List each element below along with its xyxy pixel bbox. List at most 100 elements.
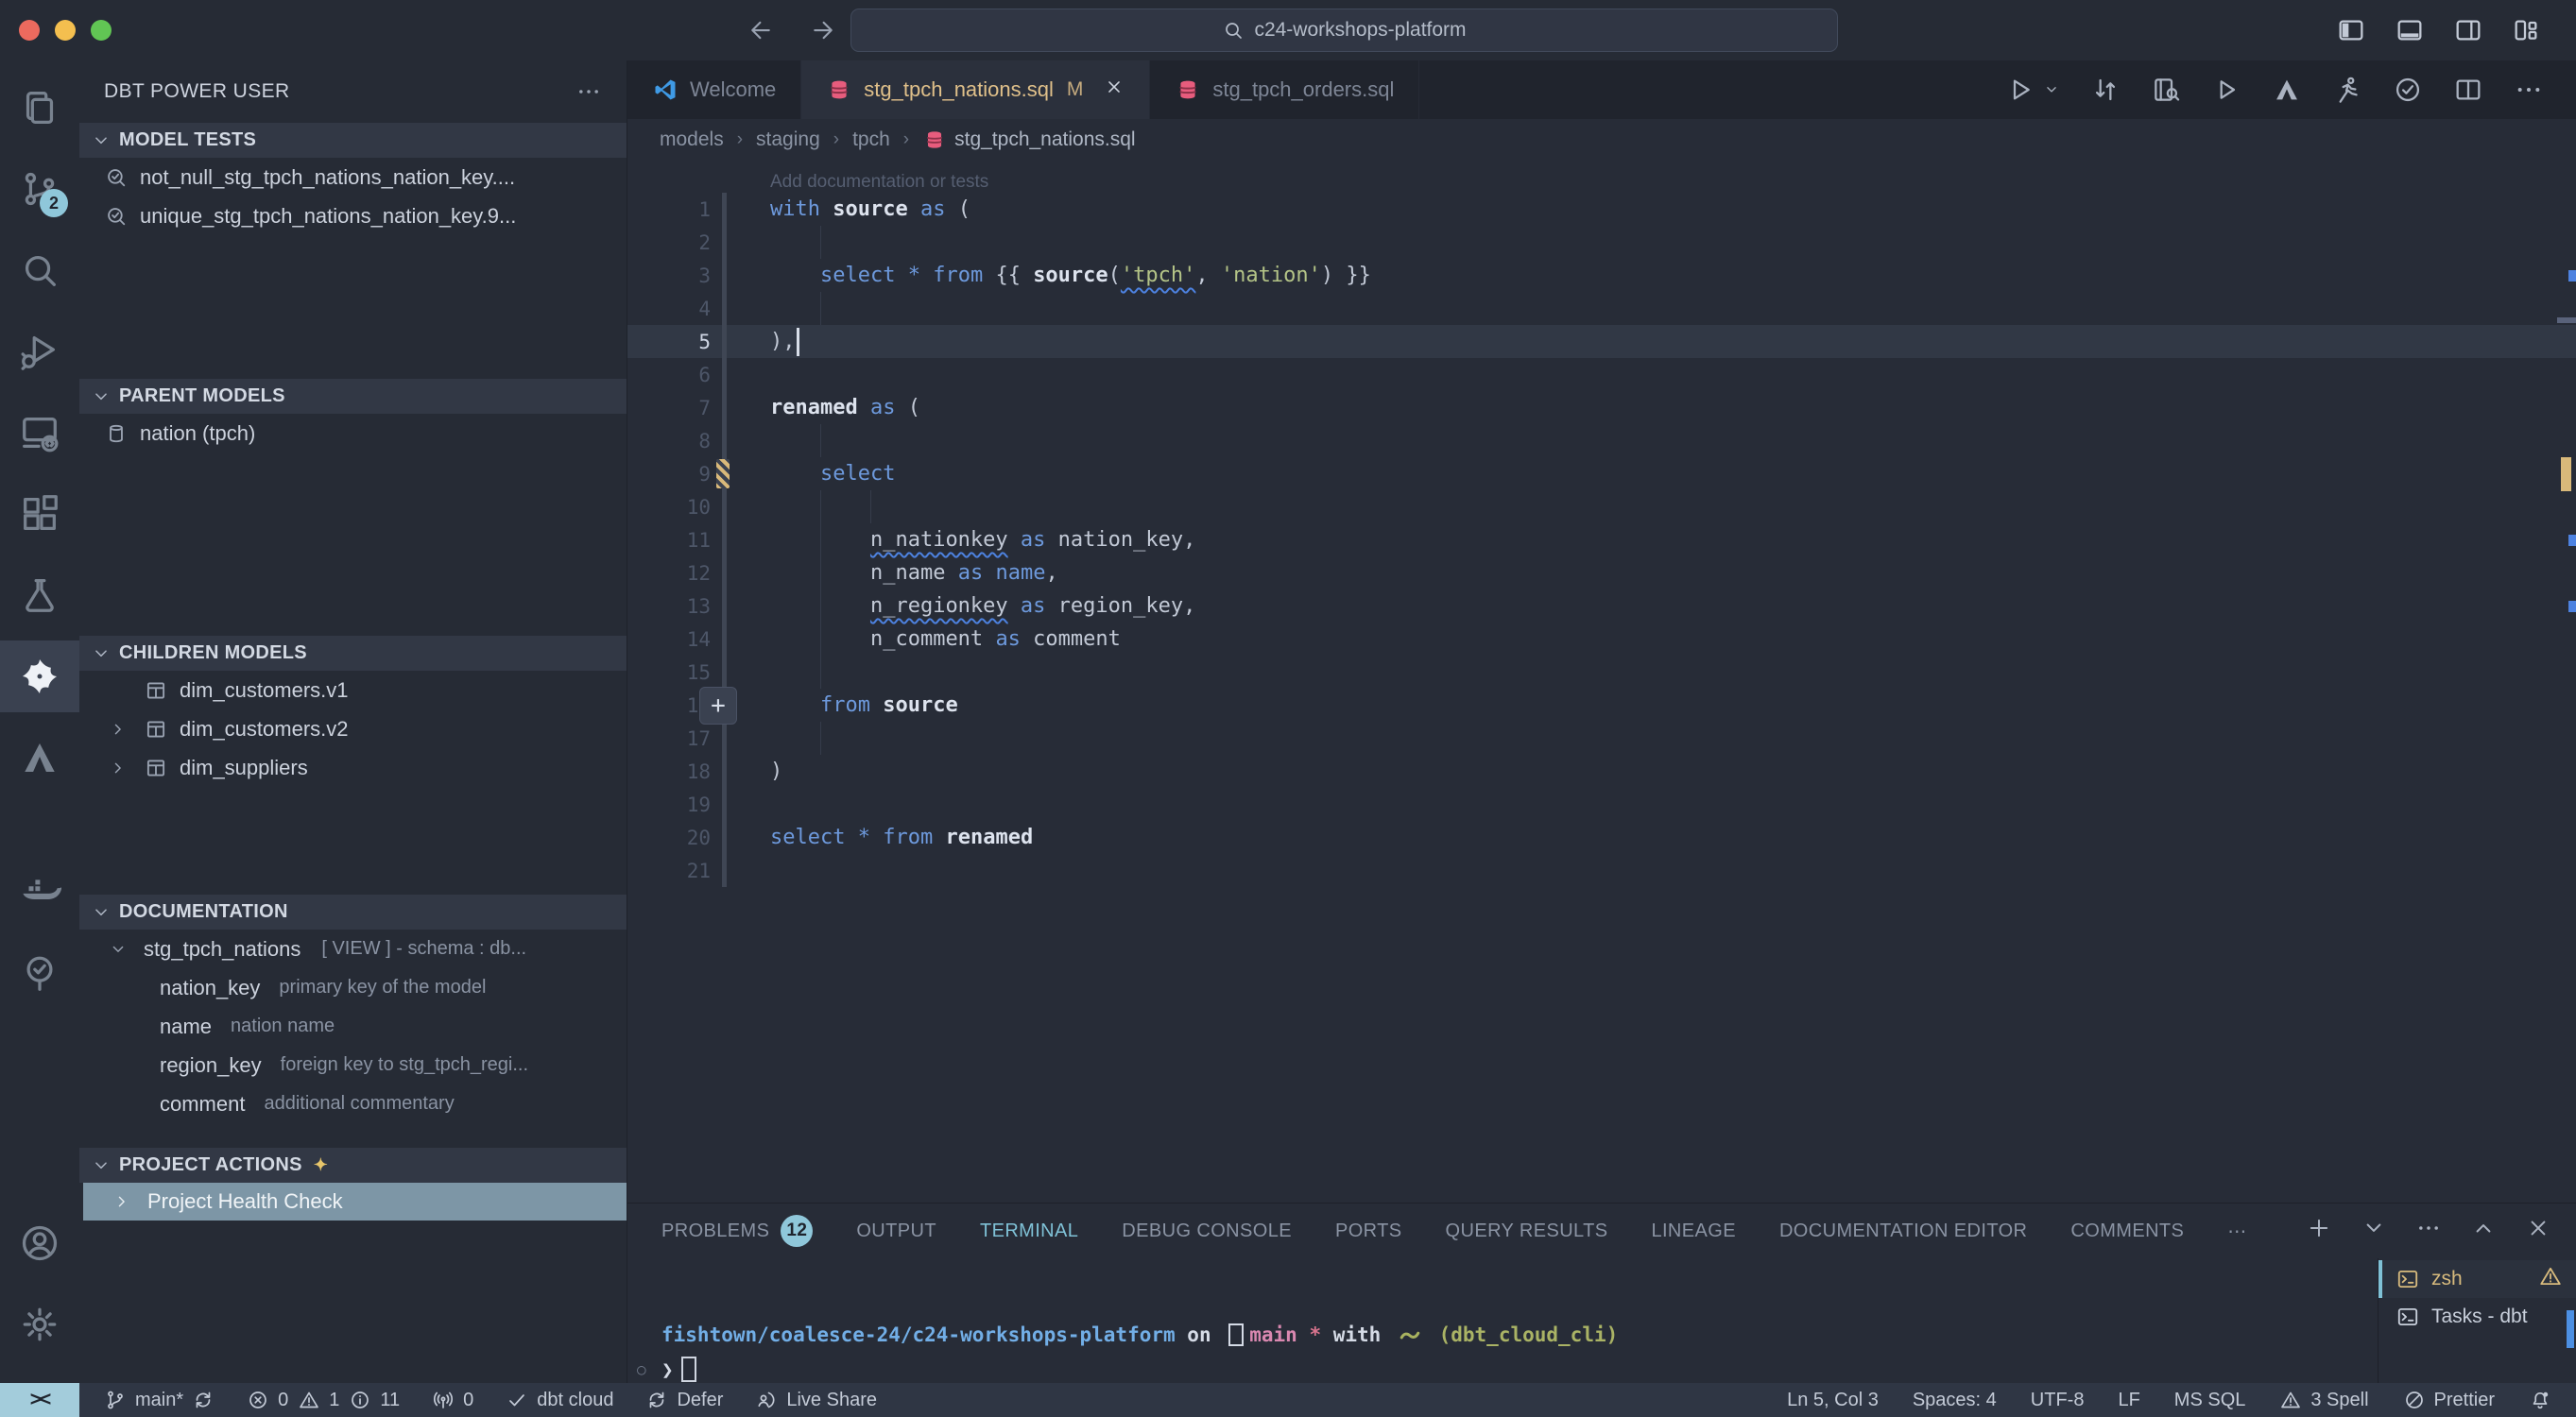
code-line-13[interactable]: 13 n_regionkey as region_key, — [627, 589, 2576, 623]
terminal-input-line[interactable]: ○❯ — [661, 1352, 2368, 1387]
status-item-0[interactable]: 0 — [432, 1389, 473, 1411]
status-item-prettier[interactable]: Prettier — [2403, 1389, 2495, 1411]
status-item-defer[interactable]: Defer — [645, 1389, 723, 1411]
activity-bar-item-dbt-power-user[interactable] — [0, 640, 79, 712]
toggle-secondary-sidebar-icon[interactable] — [2453, 15, 2483, 45]
status-item-11[interactable]: 11 — [349, 1389, 400, 1411]
code-line-18[interactable]: 18) — [627, 755, 2576, 788]
activity-bar-item-settings[interactable] — [0, 1289, 79, 1360]
section-header-model-tests[interactable]: MODEL TESTS — [79, 123, 627, 158]
customize-layout-icon[interactable] — [2512, 15, 2542, 45]
status-item[interactable] — [2529, 1389, 2551, 1411]
codelens-link[interactable]: Add documentation or tests — [770, 161, 2576, 193]
status-item-lf[interactable]: LF — [2118, 1390, 2139, 1411]
status-item-live-share[interactable]: Live Share — [755, 1389, 877, 1411]
sidebar-item[interactable]: dim_customers.v2 — [79, 709, 627, 748]
activity-bar-item-project-health[interactable] — [0, 937, 79, 1009]
panel-more-actions-button[interactable] — [2415, 1215, 2442, 1247]
code-line-12[interactable]: 12 n_name as name, — [627, 556, 2576, 589]
split-editor-button[interactable] — [2453, 75, 2483, 105]
code-line-21[interactable]: 21 — [627, 854, 2576, 887]
status-item-dbt-cloud[interactable]: dbt cloud — [506, 1389, 613, 1411]
breadcrumb-item-file[interactable]: stg_tpch_nations.sql — [922, 128, 1135, 152]
sidebar-item[interactable]: region_keyforeign key to stg_tpch_regi..… — [79, 1046, 627, 1084]
close-panel-button[interactable] — [2525, 1215, 2551, 1247]
run-model-button[interactable] — [2007, 75, 2060, 105]
activity-bar-item-extensions[interactable] — [0, 478, 79, 550]
altimate-button[interactable] — [2272, 75, 2302, 105]
sidebar-item[interactable]: stg_tpch_nations[ VIEW ] - schema : db..… — [79, 930, 627, 968]
breadcrumb-item[interactable]: models — [660, 128, 724, 151]
status-item-ms-sql[interactable]: MS SQL — [2174, 1390, 2246, 1411]
code-line-10[interactable]: 10 — [627, 490, 2576, 523]
sidebar-item-project-health-check[interactable]: Project Health Check — [83, 1183, 627, 1221]
sidebar-item[interactable]: nation_keyprimary key of the model — [79, 968, 627, 1007]
zoom-window-button[interactable] — [91, 20, 112, 41]
panel-tab-query-results[interactable]: QUERY RESULTS — [1446, 1221, 1608, 1242]
close-window-button[interactable] — [19, 20, 40, 41]
sidebar-more-actions-icon[interactable] — [575, 78, 602, 105]
minimize-window-button[interactable] — [55, 20, 76, 41]
status-problems-group[interactable]: 0111 — [247, 1389, 400, 1411]
status-item-spaces-4[interactable]: Spaces: 4 — [1913, 1390, 1997, 1411]
terminal-list-scrollbar[interactable] — [2567, 1310, 2574, 1348]
sidebar-item[interactable]: namenation name — [79, 1007, 627, 1046]
panel-tab-problems[interactable]: PROBLEMS12 — [661, 1215, 813, 1247]
breadcrumb-item[interactable]: tpch — [852, 128, 890, 151]
lineage-button[interactable] — [2090, 75, 2121, 105]
toggle-sidebar-icon[interactable] — [2336, 15, 2366, 45]
code-line-17[interactable]: 17 — [627, 722, 2576, 755]
status-item-utf-8[interactable]: UTF-8 — [2031, 1390, 2085, 1411]
section-header-children-models[interactable]: CHILDREN MODELS — [79, 636, 627, 671]
close-tab-icon[interactable] — [1104, 77, 1125, 103]
code-line-7[interactable]: 7renamed as ( — [627, 391, 2576, 424]
code-line-5[interactable]: 5), — [627, 325, 2576, 358]
panel-tab-ports[interactable]: PORTS — [1335, 1221, 1402, 1242]
code-line-8[interactable]: 8 — [627, 424, 2576, 457]
status-item-3-spell[interactable]: 3 Spell — [2279, 1389, 2368, 1411]
panel-tab-terminal[interactable]: TERMINAL — [980, 1221, 1078, 1242]
panel-tab-output[interactable]: OUTPUT — [856, 1221, 936, 1242]
code-line-6[interactable]: 6 — [627, 358, 2576, 391]
sidebar-item[interactable]: dim_suppliers — [79, 748, 627, 787]
panel-tab-debug-console[interactable]: DEBUG CONSOLE — [1122, 1221, 1292, 1242]
activity-bar-item-accounts[interactable] — [0, 1207, 79, 1279]
tab-stg_tpch_nations-sql[interactable]: stg_tpch_nations.sqlM — [801, 60, 1150, 119]
code-line-1[interactable]: 1with source as ( — [627, 193, 2576, 226]
sidebar-item[interactable]: not_null_stg_tpch_nations_nation_key.... — [79, 158, 627, 196]
activity-bar-item-altimate[interactable] — [0, 722, 79, 794]
activity-bar-item-testing[interactable] — [0, 559, 79, 631]
status-item-main-[interactable]: main* — [104, 1389, 215, 1411]
code-line-16[interactable]: 16+ from source — [627, 689, 2576, 722]
section-header-project-actions[interactable]: PROJECT ACTIONS✦ — [79, 1148, 627, 1183]
code-editor[interactable]: Add documentation or tests 1with source … — [627, 161, 2576, 1203]
test-runner-button[interactable] — [2332, 75, 2362, 105]
sidebar-item[interactable]: dim_customers.v1 — [79, 671, 627, 709]
code-line-4[interactable]: 4 — [627, 292, 2576, 325]
forward-arrow-icon[interactable] — [809, 16, 837, 44]
activity-bar-item-explorer[interactable] — [0, 72, 79, 144]
code-line-15[interactable]: 15 — [627, 656, 2576, 689]
sidebar-item[interactable]: nation (tpch) — [79, 414, 627, 452]
query-preview-button[interactable] — [2151, 75, 2181, 105]
status-item-ln-5-col-3[interactable]: Ln 5, Col 3 — [1787, 1390, 1879, 1411]
activity-bar-item-docker[interactable] — [0, 856, 79, 928]
panel-tab-lineage[interactable]: LINEAGE — [1651, 1221, 1736, 1242]
status-item-0[interactable]: 0 — [247, 1389, 288, 1411]
panel-tab--[interactable]: ⋯ — [2227, 1220, 2246, 1243]
new-terminal-button[interactable] — [2306, 1215, 2332, 1247]
status-item-1[interactable]: 1 — [298, 1389, 339, 1411]
tab-welcome[interactable]: Welcome — [627, 60, 801, 119]
back-arrow-icon[interactable] — [747, 16, 775, 44]
maximize-panel-button[interactable] — [2470, 1215, 2497, 1247]
breadcrumb-item[interactable]: staging — [756, 128, 820, 151]
code-line-19[interactable]: 19 — [627, 788, 2576, 821]
code-line-14[interactable]: 14 n_comment as comment — [627, 623, 2576, 656]
execute-button[interactable] — [2211, 75, 2241, 105]
code-line-20[interactable]: 20select * from renamed — [627, 821, 2576, 854]
activity-bar-item-run-and-debug[interactable] — [0, 316, 79, 387]
activity-bar-item-search[interactable] — [0, 234, 79, 306]
code-line-11[interactable]: 11 n_nationkey as nation_key, — [627, 523, 2576, 556]
more-actions-button[interactable] — [2514, 75, 2544, 105]
code-line-9[interactable]: 9 select — [627, 457, 2576, 490]
